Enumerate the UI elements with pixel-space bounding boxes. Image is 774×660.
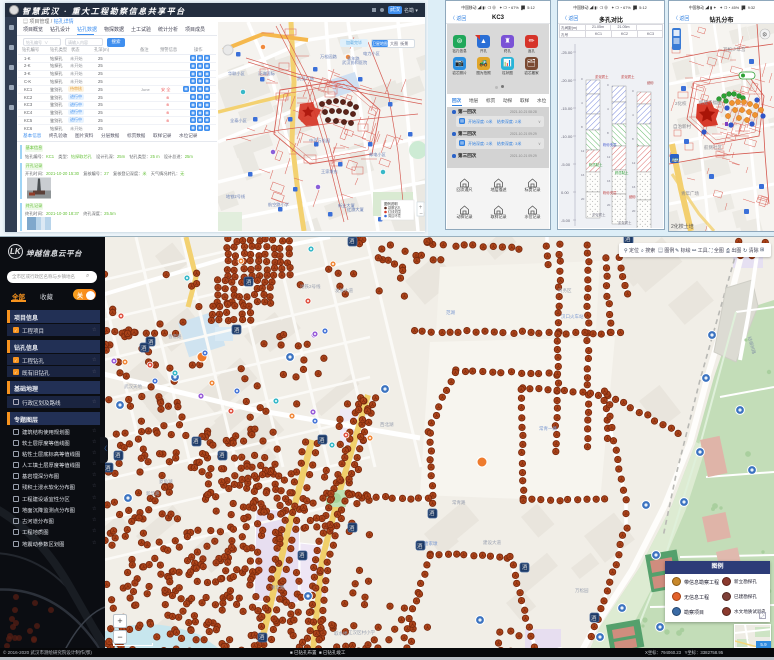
svg-text:青年路: 青年路: [271, 584, 285, 591]
svg-text:-20.00: -20.00: [561, 78, 573, 83]
svg-text:淤泥质土: 淤泥质土: [595, 74, 609, 79]
svg-text:泛海国际: 泛海国际: [258, 70, 275, 77]
svg-text:菱角湖: 菱角湖: [159, 478, 173, 485]
svg-text:20: 20: [632, 209, 636, 213]
svg-text:青年路: 青年路: [347, 55, 360, 62]
svg-text:-15.00: -15.00: [561, 106, 573, 111]
svg-text:酒: 酒: [105, 464, 111, 472]
svg-text:周边环境: 周边环境: [388, 213, 402, 218]
svg-text:电力小区: 电力小区: [363, 50, 380, 57]
svg-text:酒: 酒: [193, 437, 199, 445]
svg-text:−: −: [419, 212, 423, 218]
svg-text:粉砂夹层: 粉砂夹层: [603, 190, 617, 195]
svg-text:青年广场: 青年广场: [681, 190, 699, 197]
svg-text:酒: 酒: [349, 524, 355, 532]
svg-text:酒: 酒: [141, 344, 147, 352]
svg-text:酒: 酒: [115, 451, 121, 459]
svg-text:粉质黏土: 粉质黏土: [615, 170, 629, 175]
svg-text:淤泥质土: 淤泥质土: [621, 74, 635, 79]
svg-text:细砂: 细砂: [629, 194, 636, 199]
svg-text:航空路小学: 航空路小学: [268, 201, 289, 208]
svg-text:常青路: 常青路: [452, 499, 466, 506]
svg-text:地铁2号线: 地铁2号线: [226, 193, 246, 200]
svg-text:酒: 酒: [259, 633, 265, 641]
svg-text:粉质黏土: 粉质黏土: [589, 162, 603, 167]
svg-text:西北湖: 西北湖: [380, 421, 394, 428]
svg-text:细砂: 细砂: [647, 80, 654, 85]
svg-text:范湖: 范湖: [446, 309, 455, 316]
svg-text:酒: 酒: [522, 563, 528, 571]
svg-text:常青一路: 常青一路: [539, 425, 557, 432]
svg-text:16: 16: [581, 173, 585, 177]
svg-text:⚙: ⚙: [762, 32, 767, 39]
svg-text:华联小区: 华联小区: [228, 70, 245, 77]
svg-text:16: 16: [632, 185, 636, 189]
svg-text:酒: 酒: [349, 237, 355, 245]
svg-text:-10.00: -10.00: [561, 134, 573, 139]
svg-text:粉砂夹层: 粉砂夹层: [603, 142, 617, 147]
svg-text:建设大道: 建设大道: [483, 539, 501, 546]
svg-text:12: 12: [607, 155, 611, 159]
svg-text:武汉广场: 武汉广场: [297, 75, 314, 82]
svg-text:汉口火车站: 汉口火车站: [561, 313, 584, 320]
svg-text:20: 20: [607, 203, 611, 207]
svg-text:12: 12: [632, 161, 636, 165]
svg-text:酒: 酒: [417, 542, 423, 550]
svg-text:-5.00: -5.00: [561, 218, 571, 223]
svg-text:酒: 酒: [219, 451, 225, 459]
svg-text:0.00: 0.00: [561, 190, 570, 195]
svg-text:唐家墩: 唐家墩: [424, 540, 438, 547]
svg-text:万松少年宫: 万松少年宫: [723, 46, 746, 53]
svg-text:取水楼: 取水楼: [334, 630, 348, 637]
svg-text:酒: 酒: [299, 551, 305, 559]
svg-text:2化校士培: 2化校士培: [671, 223, 694, 230]
svg-text:航侧社区: 航侧社区: [704, 144, 722, 151]
svg-text:发展大道: 发展大道: [335, 287, 353, 294]
svg-text:20: 20: [581, 197, 585, 201]
svg-text:地铁2号线: 地铁2号线: [300, 283, 321, 290]
svg-text:新华路: 新华路: [146, 490, 160, 497]
svg-text:淤泥质土: 淤泥质土: [592, 212, 606, 217]
svg-text:淤泥质土: 淤泥质土: [618, 220, 632, 225]
svg-text:酒: 酒: [429, 509, 435, 517]
svg-text:王家墩东: 王家墩东: [321, 168, 338, 175]
svg-text:🚌: 🚌: [672, 157, 680, 163]
svg-text:酒: 酒: [234, 326, 240, 334]
svg-text:江汉区村小学: 江汉区村小学: [348, 629, 375, 636]
svg-text:万松园路: 万松园路: [320, 53, 338, 60]
svg-text:武汉天地: 武汉天地: [124, 383, 142, 390]
svg-text:-25.00: -25.00: [561, 50, 573, 55]
svg-text:2化校: 2化校: [675, 100, 687, 107]
svg-text:新业大厦: 新业大厦: [338, 202, 355, 209]
svg-text:酒: 酒: [591, 614, 597, 622]
svg-text:统建千福园: 统建千福园: [699, 99, 722, 106]
svg-text:12: 12: [581, 149, 585, 153]
svg-text:酒: 酒: [246, 278, 252, 286]
svg-text:酒: 酒: [319, 436, 325, 444]
svg-text:邮电小区: 邮电小区: [369, 151, 386, 158]
svg-text:-5.00: -5.00: [561, 162, 571, 167]
svg-text:+: +: [419, 205, 423, 211]
svg-text:自治新村: 自治新村: [673, 123, 691, 130]
svg-text:16: 16: [607, 179, 611, 183]
svg-text:全泰小区: 全泰小区: [230, 117, 247, 124]
svg-text:万松园: 万松园: [575, 587, 589, 594]
svg-text:香港路: 香港路: [168, 333, 182, 340]
svg-text:中奇万松园: 中奇万松园: [309, 137, 330, 144]
svg-text:商务区: 商务区: [558, 287, 572, 294]
